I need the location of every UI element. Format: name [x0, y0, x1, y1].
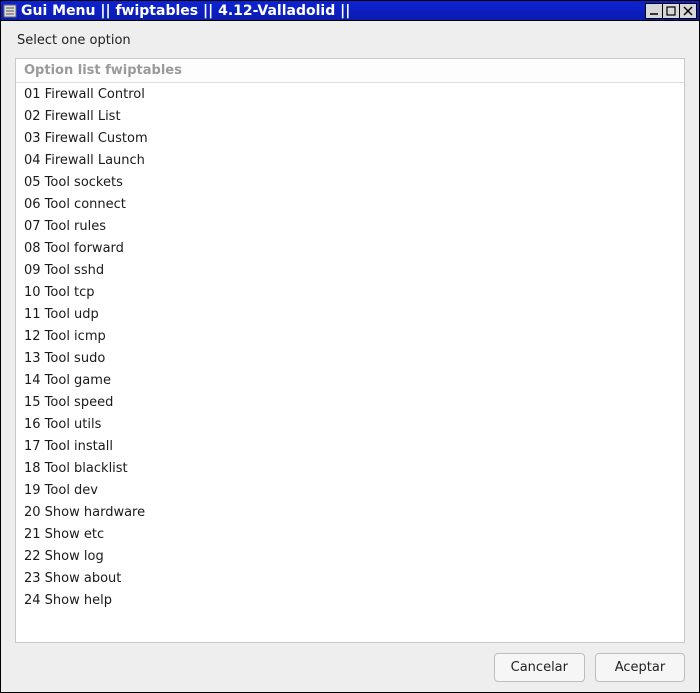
list-item[interactable]: 19 Tool dev	[16, 479, 684, 501]
list-item[interactable]: 01 Firewall Control	[16, 83, 684, 105]
list-item[interactable]: 18 Tool blacklist	[16, 457, 684, 479]
cancel-button[interactable]: Cancelar	[494, 653, 585, 682]
window: Gui Menu || fwiptables || 4.12-Valladoli…	[0, 0, 700, 693]
option-listbox[interactable]: Option list fwiptables 01 Firewall Contr…	[15, 58, 685, 643]
list-item[interactable]: 11 Tool udp	[16, 303, 684, 325]
close-button[interactable]	[679, 3, 697, 19]
list-item[interactable]: 13 Tool sudo	[16, 347, 684, 369]
list-item[interactable]: 20 Show hardware	[16, 501, 684, 523]
minimize-button[interactable]	[645, 3, 663, 19]
dialog-content: Select one option Option list fwiptables…	[1, 21, 699, 692]
list-item[interactable]: 14 Tool game	[16, 369, 684, 391]
maximize-button[interactable]	[662, 3, 680, 19]
list-item[interactable]: 04 Firewall Launch	[16, 149, 684, 171]
app-menu-icon[interactable]	[3, 4, 17, 18]
window-title: Gui Menu || fwiptables || 4.12-Valladoli…	[21, 3, 646, 19]
prompt-label: Select one option	[15, 33, 685, 48]
list-item[interactable]: 10 Tool tcp	[16, 281, 684, 303]
list-body[interactable]: 01 Firewall Control02 Firewall List03 Fi…	[16, 83, 684, 642]
list-item[interactable]: 24 Show help	[16, 589, 684, 611]
list-item[interactable]: 22 Show log	[16, 545, 684, 567]
list-item[interactable]: 16 Tool utils	[16, 413, 684, 435]
list-item[interactable]: 15 Tool speed	[16, 391, 684, 413]
list-item[interactable]: 17 Tool install	[16, 435, 684, 457]
list-item[interactable]: 08 Tool forward	[16, 237, 684, 259]
list-item[interactable]: 12 Tool icmp	[16, 325, 684, 347]
list-item[interactable]: 09 Tool sshd	[16, 259, 684, 281]
button-row: Cancelar Aceptar	[15, 643, 685, 682]
list-item[interactable]: 23 Show about	[16, 567, 684, 589]
list-item[interactable]: 05 Tool sockets	[16, 171, 684, 193]
list-item[interactable]: 02 Firewall List	[16, 105, 684, 127]
list-item[interactable]: 06 Tool connect	[16, 193, 684, 215]
list-item[interactable]: 21 Show etc	[16, 523, 684, 545]
list-header[interactable]: Option list fwiptables	[16, 59, 684, 83]
list-item[interactable]: 07 Tool rules	[16, 215, 684, 237]
accept-button[interactable]: Aceptar	[595, 653, 685, 682]
titlebar[interactable]: Gui Menu || fwiptables || 4.12-Valladoli…	[1, 1, 699, 21]
list-item[interactable]: 03 Firewall Custom	[16, 127, 684, 149]
window-controls	[646, 3, 697, 19]
